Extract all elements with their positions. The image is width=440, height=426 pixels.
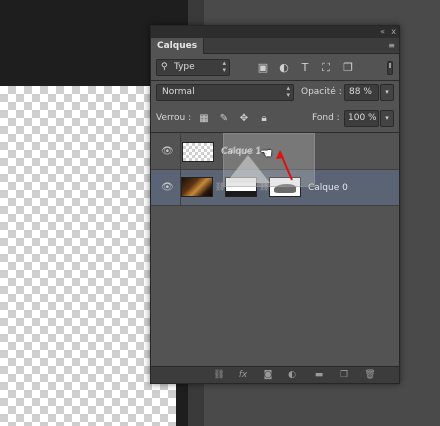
lock-transparent-pixels-icon[interactable]: ▦	[197, 112, 211, 126]
divider	[151, 80, 399, 81]
filter-kind-value: Type	[174, 62, 195, 72]
panel-menu-icon[interactable]: ≡	[388, 39, 395, 53]
filter-kind-select[interactable]: ⚲ Type ▴ ▾	[156, 59, 230, 76]
lock-row: Verrou : ▦ ✎ ✥ 🔒︎ Fond : 100 % ▾	[151, 109, 399, 129]
blend-row: Normal ▴ ▾ Opacité : 88 % ▾	[151, 83, 399, 103]
new-group-icon[interactable]: ▬	[312, 369, 326, 381]
lock-image-pixels-icon[interactable]: ✎	[217, 112, 231, 126]
fill-label: Fond :	[312, 113, 340, 123]
adjustment-layer-icon[interactable]: ◐	[285, 369, 299, 381]
link-layers-icon[interactable]: ⛓	[212, 369, 226, 381]
layer-thumbnail	[181, 177, 213, 197]
divider	[180, 134, 181, 170]
adjustment-filter-icon[interactable]: ◐	[277, 61, 291, 75]
add-mask-icon[interactable]: ◙	[261, 369, 275, 381]
blend-mode-select[interactable]: Normal ▴ ▾	[156, 84, 294, 101]
fx-icon[interactable]: fx	[236, 369, 250, 381]
smart-object-filter-icon[interactable]: ❐	[341, 61, 355, 75]
red-arrow-icon	[276, 150, 293, 181]
opacity-dropdown-button[interactable]: ▾	[380, 84, 394, 101]
tab-layers[interactable]: Calques	[151, 38, 205, 54]
collapse-panel-icon[interactable]: «	[380, 26, 385, 38]
visibility-eye-icon[interactable]: 👁︎	[161, 182, 174, 194]
layer-thumbnail	[182, 142, 214, 162]
opacity-label: Opacité :	[301, 87, 342, 97]
lock-all-icon[interactable]: 🔒︎	[257, 112, 271, 126]
fill-dropdown-button[interactable]: ▾	[380, 110, 394, 127]
search-icon: ⚲	[161, 62, 168, 72]
filter-toggle[interactable]	[387, 61, 393, 75]
lock-position-icon[interactable]: ✥	[237, 112, 251, 126]
panel-title-strip[interactable]: « x	[151, 26, 399, 38]
close-panel-icon[interactable]: x	[391, 26, 396, 38]
fill-field[interactable]: 100 %	[344, 110, 379, 127]
shape-filter-icon[interactable]: ⛶	[319, 61, 333, 75]
blend-mode-value: Normal	[162, 87, 195, 97]
select-arrows-icon: ▴ ▾	[286, 84, 290, 99]
opacity-field[interactable]: 88 %	[344, 84, 379, 101]
select-arrows-icon: ▴ ▾	[222, 59, 226, 74]
lock-label: Verrou :	[156, 113, 192, 123]
panel-footer: ⛓ fx ◙ ◐ ▬ ❐ 🗑︎	[151, 366, 399, 383]
delete-icon[interactable]: 🗑︎	[363, 369, 377, 381]
image-filter-icon[interactable]: ▣	[256, 61, 270, 75]
panel-tab-bar: Calques ≡	[151, 38, 399, 54]
layers-panel: « x Calques ≡ ⚲ Type ▴ ▾ ▣ ◐ T ⛶ ❐ Normal…	[150, 25, 400, 384]
filter-row: ⚲ Type ▴ ▾ ▣ ◐ T ⛶ ❐	[151, 58, 399, 78]
new-layer-icon[interactable]: ❐	[337, 369, 351, 381]
visibility-eye-icon[interactable]: 👁︎	[161, 146, 174, 158]
text-filter-icon[interactable]: T	[298, 61, 312, 75]
